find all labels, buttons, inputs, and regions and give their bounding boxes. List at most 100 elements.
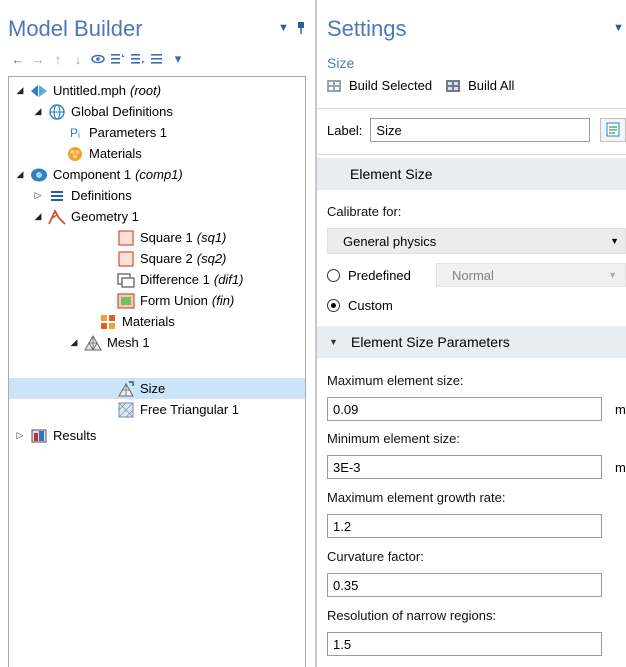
list-view-icon[interactable] <box>148 50 168 68</box>
expand-toggle-icon[interactable]: ▷ <box>31 190 45 201</box>
tree-item-untitled-mph[interactable]: ◢ Untitled.mph (root) <box>13 80 162 101</box>
collapse-toggle-icon[interactable]: ◢ <box>13 85 27 96</box>
tree-item-mesh-1[interactable]: ◢ Mesh 1 <box>67 332 150 353</box>
pin-icon[interactable] <box>297 22 305 37</box>
predefined-radio-row[interactable]: Predefined <box>327 268 411 283</box>
tree-item-tag: (dif1) <box>213 272 244 287</box>
max-element-size-input[interactable]: 0.09 <box>327 397 602 421</box>
tree-item-component-materials[interactable]: Materials <box>99 311 175 332</box>
tree-item-parameters-1[interactable]: Pᵢ Parameters 1 <box>66 122 167 143</box>
tree-item-global-definitions[interactable]: ◢ Global Definitions <box>31 101 173 122</box>
tree-item-tag: (comp1) <box>135 167 183 182</box>
tree-item-label: Materials <box>122 314 175 329</box>
tree-item-label: Form Union <box>140 293 208 308</box>
chevron-down-icon: ▼ <box>608 270 617 280</box>
curvature-factor-input[interactable]: 0.35 <box>327 573 602 597</box>
expand-all-icon[interactable] <box>128 50 148 68</box>
section-element-size-parameters[interactable]: ▼ Element Size Parameters <box>317 326 626 358</box>
min-element-size-label: Minimum element size: <box>327 431 460 446</box>
tree-item-tag: (sq1) <box>196 230 227 245</box>
custom-radio-row[interactable]: Custom <box>327 298 393 313</box>
form-union-icon <box>117 292 135 310</box>
show-icon[interactable] <box>88 50 108 68</box>
max-element-size-unit: m <box>615 402 626 417</box>
custom-label: Custom <box>348 298 393 313</box>
predefined-size-value: Normal <box>452 267 494 283</box>
label-field-label: Label: <box>327 122 363 138</box>
curvature-factor-label: Curvature factor: <box>327 549 424 564</box>
tree-item-free-triangular-1[interactable]: Free Triangular 1 <box>117 399 239 420</box>
globe-icon <box>48 103 66 121</box>
parameters-icon: Pᵢ <box>70 125 80 140</box>
collapse-toggle-icon[interactable]: ◢ <box>31 211 45 222</box>
mesh-icon <box>84 334 102 352</box>
toolbar-dropdown-icon[interactable]: ▾ <box>168 50 188 68</box>
mph-icon <box>30 82 48 100</box>
label-input[interactable]: Size <box>370 118 591 142</box>
square-icon <box>117 250 135 268</box>
min-element-size-input[interactable]: 3E-3 <box>327 455 602 479</box>
max-element-size-label: Maximum element size: <box>327 373 464 388</box>
definitions-icon <box>48 187 66 205</box>
max-growth-rate-input[interactable]: 1.2 <box>327 514 602 538</box>
square-icon <box>117 229 135 247</box>
tree-item-square-1[interactable]: Square 1 (sq1) <box>117 227 226 248</box>
section-element-size[interactable]: Element Size <box>317 158 626 190</box>
tree-item-label: Geometry 1 <box>71 209 139 224</box>
calibrate-dropdown[interactable]: General physics ▼ <box>327 228 626 254</box>
build-selected-button[interactable]: Build Selected <box>349 78 432 93</box>
tree-item-geometry-1[interactable]: ◢ Geometry 1 <box>31 206 139 227</box>
collapse-toggle-icon[interactable]: ◢ <box>13 169 27 180</box>
tree-item-label: Definitions <box>71 188 132 203</box>
min-element-size-unit: m <box>615 460 626 475</box>
build-all-icon[interactable] <box>446 79 461 92</box>
tree-item-global-materials[interactable]: Materials <box>66 143 142 164</box>
predefined-radio[interactable] <box>327 269 340 282</box>
tree-item-tag: (fin) <box>211 293 235 308</box>
build-all-button[interactable]: Build All <box>468 78 514 93</box>
label-options-button[interactable] <box>600 118 626 142</box>
tree-item-label: Square 1 <box>140 230 193 245</box>
predefined-size-dropdown[interactable]: Normal ▼ <box>436 263 626 287</box>
collapse-toggle-icon[interactable]: ◢ <box>31 106 45 117</box>
tree-item-size[interactable]: Size <box>9 378 305 399</box>
collapse-all-icon[interactable] <box>108 50 128 68</box>
tree-item-form-union[interactable]: Form Union (fin) <box>117 290 234 311</box>
expand-toggle-icon[interactable]: ▷ <box>13 430 27 441</box>
custom-radio[interactable] <box>327 299 340 312</box>
build-toolbar: Build Selected Build All <box>327 78 524 93</box>
settings-subtitle: Size <box>327 55 355 71</box>
size-icon <box>117 380 135 398</box>
tree-item-component-1[interactable]: ◢ Component 1 (comp1) <box>13 164 183 185</box>
build-selected-icon[interactable] <box>327 79 341 92</box>
panel-menu-icon[interactable]: ▼ <box>613 22 624 34</box>
tree-item-tag: (root) <box>129 83 162 98</box>
chevron-down-icon: ▼ <box>610 236 619 246</box>
section-element-size-parameters-label: Element Size Parameters <box>351 334 510 350</box>
tree-item-difference-1[interactable]: Difference 1 (dif1) <box>117 269 243 290</box>
model-builder-toolbar: ← → ↑ ↓ ▾ <box>8 50 188 68</box>
results-icon <box>30 427 48 445</box>
tree-item-label: Untitled.mph <box>53 83 126 98</box>
tree-item-label: Parameters 1 <box>89 125 168 140</box>
move-down-icon[interactable]: ↓ <box>68 50 88 68</box>
tree-item-results[interactable]: ▷ Results <box>13 425 97 446</box>
forward-arrow-icon[interactable]: → <box>28 50 48 68</box>
narrow-regions-input[interactable]: 1.5 <box>327 632 602 656</box>
materials-grid-icon <box>99 313 117 331</box>
geometry-icon <box>48 208 66 226</box>
tree-item-square-2[interactable]: Square 2 (sq2) <box>117 248 226 269</box>
move-up-icon[interactable]: ↑ <box>48 50 68 68</box>
section-element-size-label: Element Size <box>350 166 433 182</box>
calibrate-value: General physics <box>343 233 437 249</box>
tree-item-label: Global Definitions <box>71 104 173 119</box>
predefined-label: Predefined <box>348 268 411 283</box>
panel-menu-icon[interactable]: ▼ <box>278 22 289 34</box>
tree-item-label: Mesh 1 <box>107 335 150 350</box>
difference-icon <box>117 271 135 289</box>
back-arrow-icon[interactable]: ← <box>8 50 28 68</box>
collapse-toggle-icon[interactable]: ◢ <box>67 337 81 348</box>
tree-item-label: Free Triangular 1 <box>140 402 239 417</box>
model-builder-title: Model Builder <box>8 16 143 41</box>
tree-item-definitions[interactable]: ▷ Definitions <box>31 185 132 206</box>
